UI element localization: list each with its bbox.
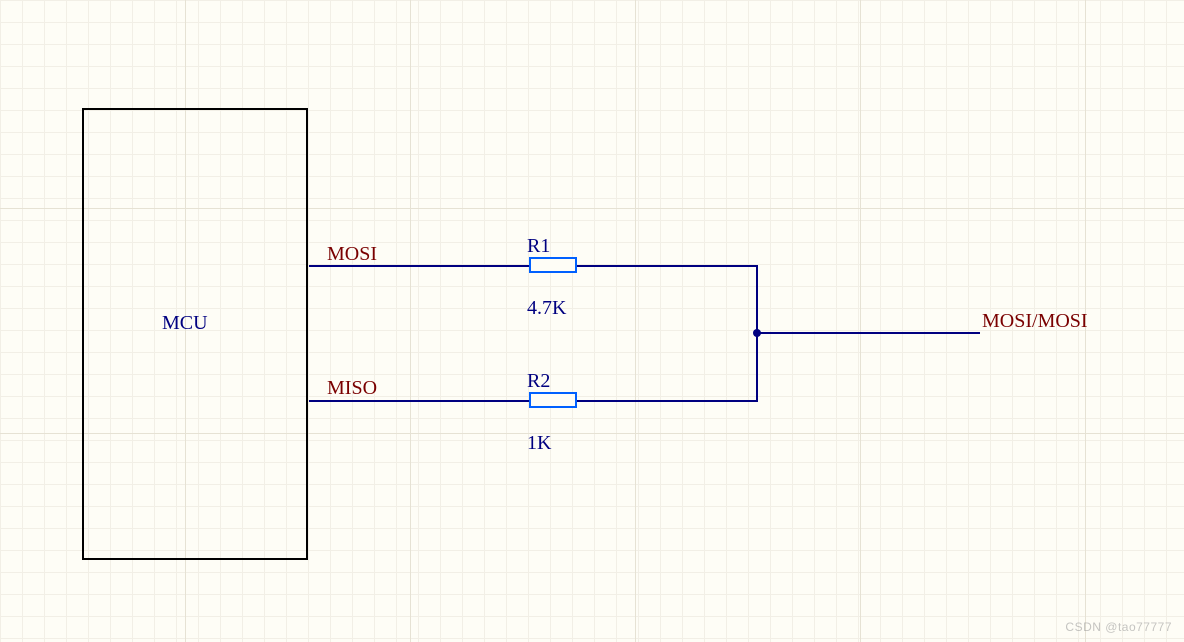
resistor-r2 (529, 392, 577, 408)
resistor-r1 (529, 257, 577, 273)
r1-value: 4.7K (527, 297, 566, 320)
r2-designator: R2 (527, 370, 550, 393)
net-label-output: MOSI/MOSI (982, 310, 1088, 333)
wire-output (756, 332, 980, 334)
wire-mosi-left (309, 265, 529, 267)
r1-designator: R1 (527, 235, 550, 258)
junction-dot (753, 329, 761, 337)
r2-value: 1K (527, 432, 551, 455)
mcu-label: MCU (162, 312, 208, 335)
wire-miso-right (577, 400, 758, 402)
net-label-miso: MISO (327, 377, 377, 400)
wire-mosi-right (577, 265, 758, 267)
watermark: CSDN @tao77777 (1065, 620, 1172, 634)
wire-miso-left (309, 400, 529, 402)
net-label-mosi: MOSI (327, 243, 377, 266)
